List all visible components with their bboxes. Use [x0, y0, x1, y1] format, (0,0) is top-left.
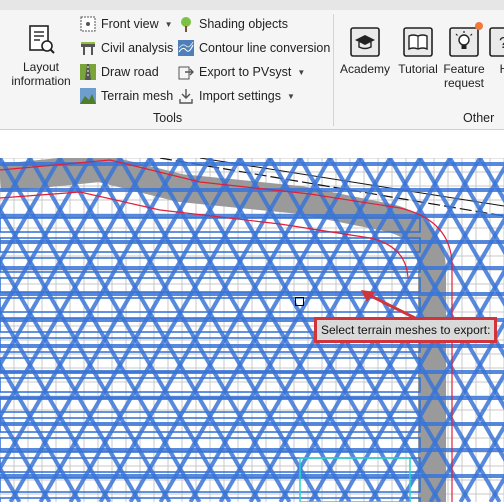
command-prompt-text: Select terrain meshes to export: — [321, 323, 491, 337]
feature-request-label-2: request — [443, 76, 485, 90]
lightbulb-icon — [448, 22, 483, 58]
chevron-down-icon: ▼ — [297, 67, 306, 77]
contour-line-conversion-label: Contour line conversion — [199, 41, 331, 55]
window-top-strip — [0, 0, 504, 10]
draw-road-button[interactable]: Draw road — [80, 62, 159, 82]
chevron-down-icon: ▼ — [164, 19, 173, 29]
command-prompt-tooltip: Select terrain meshes to export: — [314, 317, 497, 343]
academy-label: Academy — [339, 62, 391, 76]
layout-information-button[interactable]: Layout information — [8, 24, 74, 88]
import-icon — [178, 88, 194, 104]
academy-button[interactable]: Academy — [337, 26, 393, 76]
feature-request-label-1: Feature — [443, 62, 485, 76]
notification-dot — [475, 22, 483, 30]
tools-group-label: Tools — [153, 111, 183, 125]
book-icon — [402, 26, 434, 58]
shading-objects-label: Shading objects — [199, 17, 288, 31]
draw-road-icon — [80, 64, 96, 80]
help-button[interactable]: ? H — [489, 26, 504, 76]
terrain-mesh-icon — [80, 88, 96, 104]
pick-cursor — [295, 297, 304, 306]
import-settings-button[interactable]: Import settings ▼ — [178, 86, 295, 106]
svg-text:?: ? — [499, 35, 504, 52]
civil-analysis-label: Civil analysis — [101, 41, 174, 55]
front-view-icon — [80, 16, 96, 32]
tutorial-label: Tutorial — [398, 62, 438, 76]
civil-analysis-button[interactable]: Civil analysis — [80, 38, 173, 58]
help-label: H — [500, 62, 504, 76]
export-to-pvsyst-button[interactable]: Export to PVsyst ▼ — [178, 62, 305, 82]
civil-analysis-icon — [80, 40, 96, 56]
export-to-pvsyst-label: Export to PVsyst — [199, 65, 292, 79]
shading-objects-button[interactable]: Shading objects — [178, 14, 288, 34]
export-icon — [178, 64, 194, 80]
tutorial-button[interactable]: Tutorial — [393, 26, 443, 76]
contour-line-conversion-button[interactable]: Contour line conversion — [178, 38, 330, 58]
tree-icon — [178, 16, 194, 32]
import-settings-label: Import settings — [199, 89, 281, 103]
other-group-label: Other — [463, 111, 495, 125]
draw-road-label: Draw road — [101, 65, 159, 79]
layout-information-label-1: Layout — [22, 60, 60, 74]
terrain-mesh-button[interactable]: Terrain mesh — [80, 86, 173, 106]
contour-icon — [178, 40, 194, 56]
feature-request-button[interactable]: Feature request — [441, 22, 487, 90]
graduation-cap-icon — [349, 26, 381, 58]
ribbon: Layout information Front view ▼ Civil an… — [0, 10, 504, 130]
layout-document-icon — [25, 24, 57, 56]
ribbon-separator — [333, 14, 334, 126]
terrain-mesh-label: Terrain mesh — [101, 89, 174, 103]
front-view-button[interactable]: Front view ▼ — [80, 14, 173, 34]
help-icon: ? — [488, 26, 504, 58]
chevron-down-icon: ▼ — [286, 91, 295, 101]
layout-information-label-2: information — [11, 74, 71, 88]
front-view-label: Front view — [101, 17, 159, 31]
